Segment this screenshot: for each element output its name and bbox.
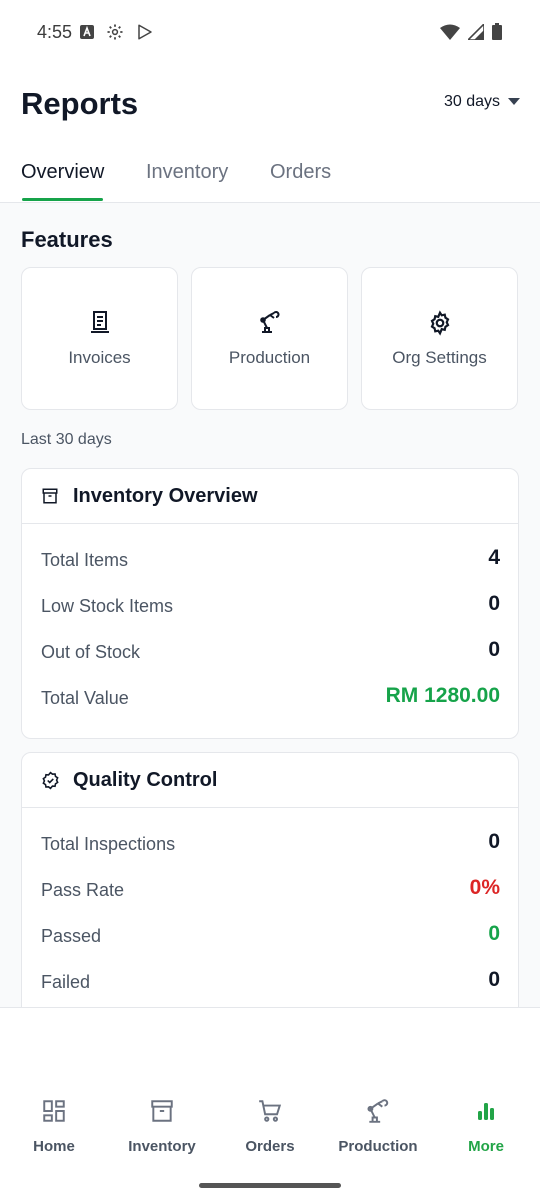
nav-label-home: Home xyxy=(33,1138,75,1155)
feature-label-production: Production xyxy=(228,348,311,367)
status-icons-right xyxy=(440,23,502,40)
stat-row-passed: Passed 0 xyxy=(22,912,518,958)
feature-card-invoices[interactable]: Invoices xyxy=(21,267,178,410)
date-range-value: 30 days xyxy=(443,93,500,110)
gear-icon xyxy=(430,310,449,336)
nav-item-inventory[interactable]: Inventory xyxy=(108,1096,216,1155)
stat-row-low-stock: Low Stock Items 0 xyxy=(22,582,518,628)
period-label: Last 30 days xyxy=(21,431,112,448)
battery-icon xyxy=(492,23,502,40)
feature-label-invoices: Invoices xyxy=(68,348,131,367)
nav-item-more[interactable]: More xyxy=(432,1096,540,1155)
wifi-icon xyxy=(440,24,460,40)
app-header: Reports 30 days xyxy=(0,66,540,144)
stat-value: 0 xyxy=(488,830,500,853)
notification-a-icon xyxy=(80,25,94,39)
stat-row-total-inspections: Total Inspections 0 xyxy=(22,820,518,866)
stat-value: 0 xyxy=(488,592,500,615)
stat-label: Total Items xyxy=(41,550,129,570)
inventory-overview-header: Inventory Overview xyxy=(22,469,518,524)
feature-card-production[interactable]: Production xyxy=(191,267,348,410)
nav-item-home[interactable]: Home xyxy=(0,1096,108,1155)
stat-label: Out of Stock xyxy=(41,642,141,662)
status-bar: 4:55 xyxy=(0,0,540,66)
status-time: 4:55 xyxy=(37,22,73,42)
caret-down-icon xyxy=(508,98,520,105)
quality-control-card: Quality Control Total Inspections 0 Pass… xyxy=(21,752,519,1007)
stat-value: 0% xyxy=(469,876,500,899)
stat-value: 0 xyxy=(488,968,500,991)
settings-gear-icon xyxy=(107,24,123,40)
stat-row-failed: Failed 0 xyxy=(22,958,518,1004)
stat-value: 0 xyxy=(488,922,500,945)
stat-value: 4 xyxy=(488,546,500,569)
robot-arm-icon xyxy=(259,311,279,333)
feature-card-org-settings[interactable]: Org Settings xyxy=(361,267,518,410)
stat-row-total-items: Total Items 4 xyxy=(22,536,518,582)
dashboard-icon xyxy=(43,1100,65,1122)
bottom-navigation: Home Inventory Orders Production More xyxy=(0,1007,540,1201)
tab-orders[interactable]: Orders xyxy=(270,161,331,184)
stat-label: Passed xyxy=(41,926,102,946)
nav-label-production: Production xyxy=(338,1138,418,1155)
feature-label-org-settings: Org Settings xyxy=(392,348,487,367)
archive-icon xyxy=(151,1100,173,1122)
verified-badge-icon xyxy=(41,771,60,795)
stat-value: 0 xyxy=(488,638,500,661)
stat-label: Low Stock Items xyxy=(41,596,174,616)
quality-control-header: Quality Control xyxy=(22,753,518,808)
stat-row-total-value: Total Value RM 1280.00 xyxy=(22,674,518,720)
report-tabs: Overview Inventory Orders xyxy=(0,144,540,203)
stat-row-pass-rate: Pass Rate 0% xyxy=(22,866,518,912)
bar-chart-icon xyxy=(478,1103,494,1120)
tab-inventory[interactable]: Inventory xyxy=(146,161,228,184)
gesture-home-indicator[interactable] xyxy=(199,1183,341,1188)
nav-label-inventory: Inventory xyxy=(128,1138,196,1155)
inventory-overview-title: Inventory Overview xyxy=(73,485,258,507)
stat-label: Failed xyxy=(41,972,91,992)
robot-arm-icon xyxy=(367,1099,389,1123)
stat-label: Total Inspections xyxy=(41,834,176,854)
features-title: Features xyxy=(21,227,113,252)
inventory-overview-card: Inventory Overview Total Items 4 Low Sto… xyxy=(21,468,519,739)
archive-icon xyxy=(41,487,59,510)
tab-overview[interactable]: Overview xyxy=(21,161,104,184)
play-store-icon xyxy=(138,24,152,40)
receipt-icon xyxy=(90,311,109,333)
date-range-dropdown[interactable]: 30 days xyxy=(444,93,520,111)
quality-control-title: Quality Control xyxy=(73,769,218,791)
status-icons-left xyxy=(80,23,154,41)
cart-icon xyxy=(259,1100,282,1122)
nav-item-orders[interactable]: Orders xyxy=(216,1096,324,1155)
nav-label-orders: Orders xyxy=(245,1138,295,1155)
page-title: Reports xyxy=(21,86,139,121)
stat-value: RM 1280.00 xyxy=(385,684,500,707)
stat-row-out-of-stock: Out of Stock 0 xyxy=(22,628,518,674)
active-tab-indicator xyxy=(22,198,103,201)
stat-label: Total Value xyxy=(41,688,129,708)
report-content[interactable]: Features Invoices Production Org Setting… xyxy=(0,203,540,1007)
stat-label: Pass Rate xyxy=(41,880,125,900)
nav-label-more: More xyxy=(468,1138,504,1155)
signal-icon xyxy=(468,23,484,40)
nav-item-production[interactable]: Production xyxy=(324,1096,432,1155)
